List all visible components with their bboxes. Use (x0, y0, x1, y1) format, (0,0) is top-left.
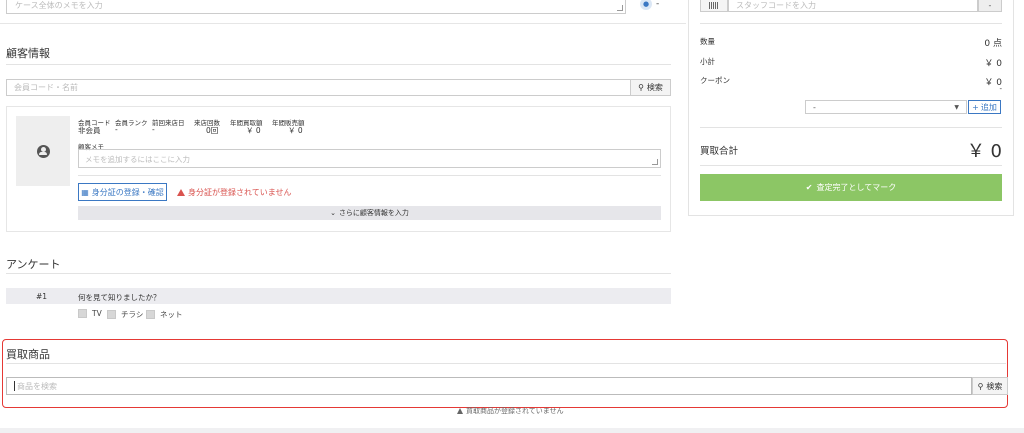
survey-option-label: ネット (160, 310, 183, 319)
customer-search-input[interactable]: 会員コード・名前 (6, 79, 631, 96)
subtotal-label: 小計 (700, 57, 715, 66)
add-coupon-label: 追加 (980, 102, 997, 112)
survey-option-label: チラシ (121, 310, 144, 319)
product-search-input[interactable]: 商品を検索 (6, 377, 972, 395)
coupon-sub-value: - (999, 85, 1002, 93)
divider (6, 64, 671, 65)
divider (700, 127, 1002, 128)
user-icon (36, 144, 50, 158)
last-visit-value: - (152, 125, 155, 134)
subtotal-value: ￥ 0 (984, 59, 1002, 69)
coupon-select[interactable]: - ▼ (805, 100, 967, 114)
staff-code-button[interactable]: - (978, 0, 1002, 12)
checkbox-icon[interactable] (146, 310, 155, 319)
id-warning-text: 身分証が登録されていません (188, 188, 292, 197)
divider (700, 23, 1002, 24)
chevron-down-icon: ⌄ (330, 209, 336, 217)
coupon-label: クーポン (700, 76, 730, 85)
member-rank-value: - (115, 125, 118, 134)
customer-memo-placeholder: メモを追加するにはここに入力 (85, 155, 190, 164)
mark-complete-button[interactable]: ✔ 査定完了としてマーク (700, 174, 1002, 201)
bell-text: - (656, 0, 660, 9)
resize-grip-icon[interactable] (617, 5, 623, 11)
total-label: 買取合計 (700, 146, 739, 157)
total-value: ￥ 0 (966, 141, 1002, 162)
customer-search-button-label: 検索 (646, 83, 663, 92)
add-coupon-button[interactable]: + 追加 (968, 100, 1001, 114)
visit-count-value: 0回 (206, 126, 219, 135)
text-cursor (14, 381, 15, 391)
divider (78, 175, 661, 176)
case-memo-placeholder: ケース全体のメモを入力 (15, 1, 103, 10)
resize-grip-icon[interactable] (652, 159, 658, 165)
survey-option-net[interactable]: ネット (146, 309, 183, 320)
purchase-empty-message: 買取商品が登録されていません (457, 406, 564, 416)
divider (6, 363, 1006, 364)
purchase-empty-text: 買取商品が登録されていません (466, 407, 564, 415)
staff-code-placeholder: スタッフコードを入力 (736, 0, 816, 10)
last-visit-label: 前回来店日 (152, 119, 185, 127)
product-search-placeholder: 商品を検索 (17, 381, 57, 391)
survey-option-label: TV (92, 309, 102, 318)
survey-question-number: #1 (36, 292, 48, 301)
barcode-icon[interactable] (700, 0, 728, 12)
more-customer-info-button[interactable]: ⌄ さらに顧客情報を入力 (78, 206, 661, 220)
warning-icon (177, 189, 185, 196)
caret-down-icon: ▼ (954, 103, 959, 111)
checkbox-icon[interactable] (78, 309, 87, 318)
customer-section-title: 顧客情報 (6, 47, 50, 60)
divider (700, 165, 1002, 166)
quantity-label: 数量 (700, 37, 715, 46)
member-rank-label: 会員ランク (115, 119, 148, 127)
check-icon: ✔ (805, 183, 813, 192)
case-memo-input[interactable]: ケース全体のメモを入力 (6, 0, 626, 14)
search-icon: ⚲ (977, 381, 984, 391)
customer-memo-input[interactable]: メモを追加するにはここに入力 (78, 149, 661, 168)
more-customer-info-label: さらに顧客情報を入力 (338, 209, 409, 217)
id-card-icon: ▦ (81, 187, 89, 197)
avatar (16, 116, 70, 186)
survey-question-text: 何を見て知りましたか？ (78, 293, 161, 302)
survey-option-flyer[interactable]: チラシ (107, 309, 143, 320)
id-register-label: 身分証の登録・確認 (91, 187, 164, 197)
survey-section-title: アンケート (6, 258, 61, 271)
member-code-value: 非会員 (78, 126, 101, 135)
mark-complete-label: 査定完了としてマーク (816, 183, 897, 192)
customer-search-button[interactable]: ⚲ 検索 (630, 79, 671, 96)
purchase-highlight-frame (2, 339, 1008, 408)
product-search-button[interactable]: ⚲ 検索 (972, 377, 1008, 395)
annual-sales-value: ￥ 0 (288, 126, 303, 135)
customer-search-placeholder: 会員コード・名前 (14, 83, 78, 92)
id-warning: 身分証が登録されていません (177, 187, 292, 198)
checkbox-icon[interactable] (107, 310, 116, 319)
page-bottom-strip (0, 428, 1024, 433)
search-icon: ⚲ (638, 83, 644, 92)
purchase-section-title: 買取商品 (6, 348, 50, 361)
plus-icon: + (972, 102, 979, 112)
annual-purchase-value: ￥ 0 (246, 126, 261, 135)
divider (6, 273, 671, 274)
staff-code-input[interactable]: スタッフコードを入力 (728, 0, 978, 12)
product-search-button-label: 検索 (986, 381, 1003, 391)
warning-icon (457, 408, 463, 414)
survey-option-tv[interactable]: TV (78, 309, 102, 318)
id-register-button[interactable]: ▦ 身分証の登録・確認 (78, 183, 167, 201)
quantity-value: 0 点 (984, 39, 1002, 49)
coupon-select-value: - (813, 102, 816, 112)
